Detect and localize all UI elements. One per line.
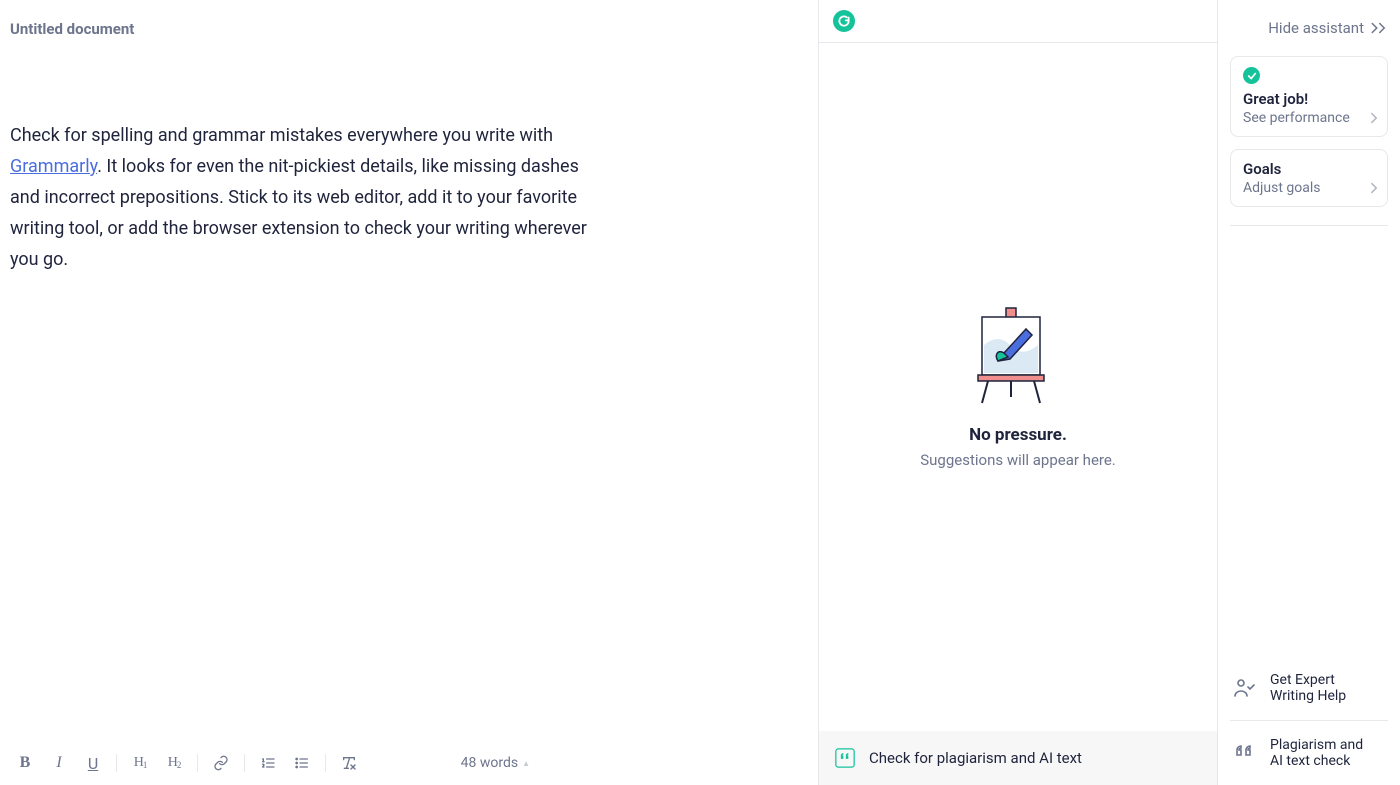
document-body[interactable]: Check for spelling and grammar mistakes … [0,38,600,275]
suggestions-header [819,0,1217,43]
quotes-icon [835,748,855,768]
performance-card-title: Great job! [1243,90,1375,108]
document-title[interactable]: Untitled document [0,0,818,38]
word-count-label: 48 words [461,755,518,771]
easel-illustration-icon [968,305,1068,405]
goals-card[interactable]: Goals Adjust goals [1230,149,1388,207]
body-text-after-link: . It looks for even the nit-pickiest det… [10,156,587,270]
assistant-sidebar: Hide assistant Great job! See performanc… [1218,0,1400,785]
toolbar-separator [197,754,198,772]
hide-assistant-button[interactable]: Hide assistant [1230,0,1388,56]
performance-card[interactable]: Great job! See performance [1230,56,1388,137]
word-count[interactable]: 48 words ▲ [461,755,530,771]
grammarly-logo-icon[interactable] [833,10,855,32]
editor-pane: Untitled document Check for spelling and… [0,0,818,785]
plagiarism-line1: Plagiarism and [1270,737,1363,753]
italic-button[interactable]: I [42,746,76,780]
body-text-before-link: Check for spelling and grammar mistakes … [10,125,553,146]
plagiarism-check-button[interactable]: Check for plagiarism and AI text [819,731,1217,785]
grammarly-link[interactable]: Grammarly [10,156,97,177]
quotes-outline-icon [1232,741,1256,765]
goals-card-title: Goals [1243,160,1375,178]
chevron-right-icon [1369,182,1379,194]
toolbar-separator [244,754,245,772]
heading1-button[interactable]: H1 [123,746,157,780]
performance-card-subtitle: See performance [1243,110,1375,126]
expert-help-line2: Writing Help [1270,688,1346,704]
double-chevron-right-icon [1370,21,1388,35]
empty-state: No pressure. Suggestions will appear her… [819,43,1217,731]
plagiarism-check-label: Check for plagiarism and AI text [869,749,1082,767]
goals-card-subtitle: Adjust goals [1243,180,1375,196]
clear-formatting-button[interactable] [332,746,366,780]
underline-button[interactable]: U [76,746,110,780]
plagiarism-sidebar-button[interactable]: Plagiarism and AI text check [1230,720,1388,785]
chevron-right-icon [1369,112,1379,124]
unordered-list-button[interactable] [285,746,319,780]
heading2-button[interactable]: H2 [157,746,191,780]
empty-state-subtitle: Suggestions will appear here. [920,451,1116,469]
checkmark-icon [1243,67,1260,84]
expert-icon [1232,676,1256,700]
divider [1230,225,1388,226]
suggestions-pane: No pressure. Suggestions will appear her… [818,0,1218,785]
plagiarism-line2: AI text check [1270,753,1363,769]
expert-help-button[interactable]: Get Expert Writing Help [1230,656,1388,720]
toolbar-separator [116,754,117,772]
link-button[interactable] [204,746,238,780]
hide-assistant-label: Hide assistant [1268,19,1364,37]
toolbar-separator [325,754,326,772]
bold-button[interactable]: B [8,746,42,780]
chevron-up-icon: ▲ [522,759,530,768]
empty-state-title: No pressure. [969,425,1067,445]
ordered-list-button[interactable] [251,746,285,780]
expert-help-line1: Get Expert [1270,672,1346,688]
formatting-toolbar: B I U H1 H2 48 words ▲ [0,741,818,785]
